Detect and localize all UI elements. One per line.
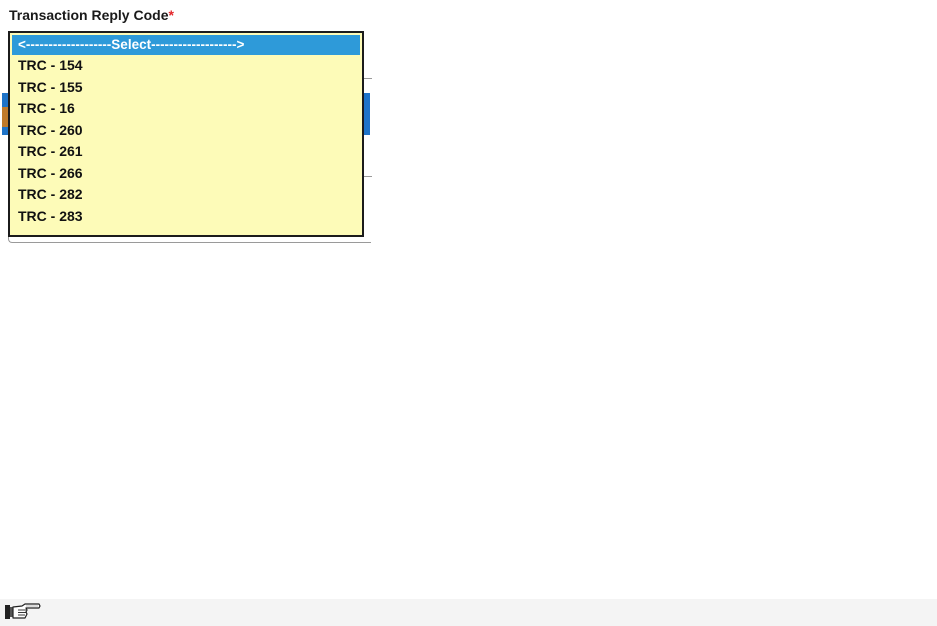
background-panel <box>8 236 371 243</box>
dropdown-option-trc-283[interactable]: TRC - 283 <box>10 206 362 228</box>
pointing-hand-icon <box>5 603 41 619</box>
dropdown-option-trc-16[interactable]: TRC - 16 <box>10 98 362 120</box>
dropdown-option-trc-282[interactable]: TRC - 282 <box>10 184 362 206</box>
dropdown-option-trc-261[interactable]: TRC - 261 <box>10 141 362 163</box>
page: Transaction Reply Code* <---------------… <box>0 0 937 626</box>
dropdown-option-select[interactable]: <-------------------Select--------------… <box>12 35 360 55</box>
required-marker: * <box>168 7 174 23</box>
transaction-reply-code-dropdown[interactable]: <-------------------Select--------------… <box>8 31 364 237</box>
dropdown-option-trc-155[interactable]: TRC - 155 <box>10 77 362 99</box>
field-label: Transaction Reply Code* <box>9 7 174 23</box>
dropdown-option-trc-154[interactable]: TRC - 154 <box>10 55 362 77</box>
status-bar <box>0 599 937 626</box>
dropdown-option-trc-266[interactable]: TRC - 266 <box>10 163 362 185</box>
field-label-text: Transaction Reply Code <box>9 7 169 23</box>
dropdown-option-trc-260[interactable]: TRC - 260 <box>10 120 362 142</box>
